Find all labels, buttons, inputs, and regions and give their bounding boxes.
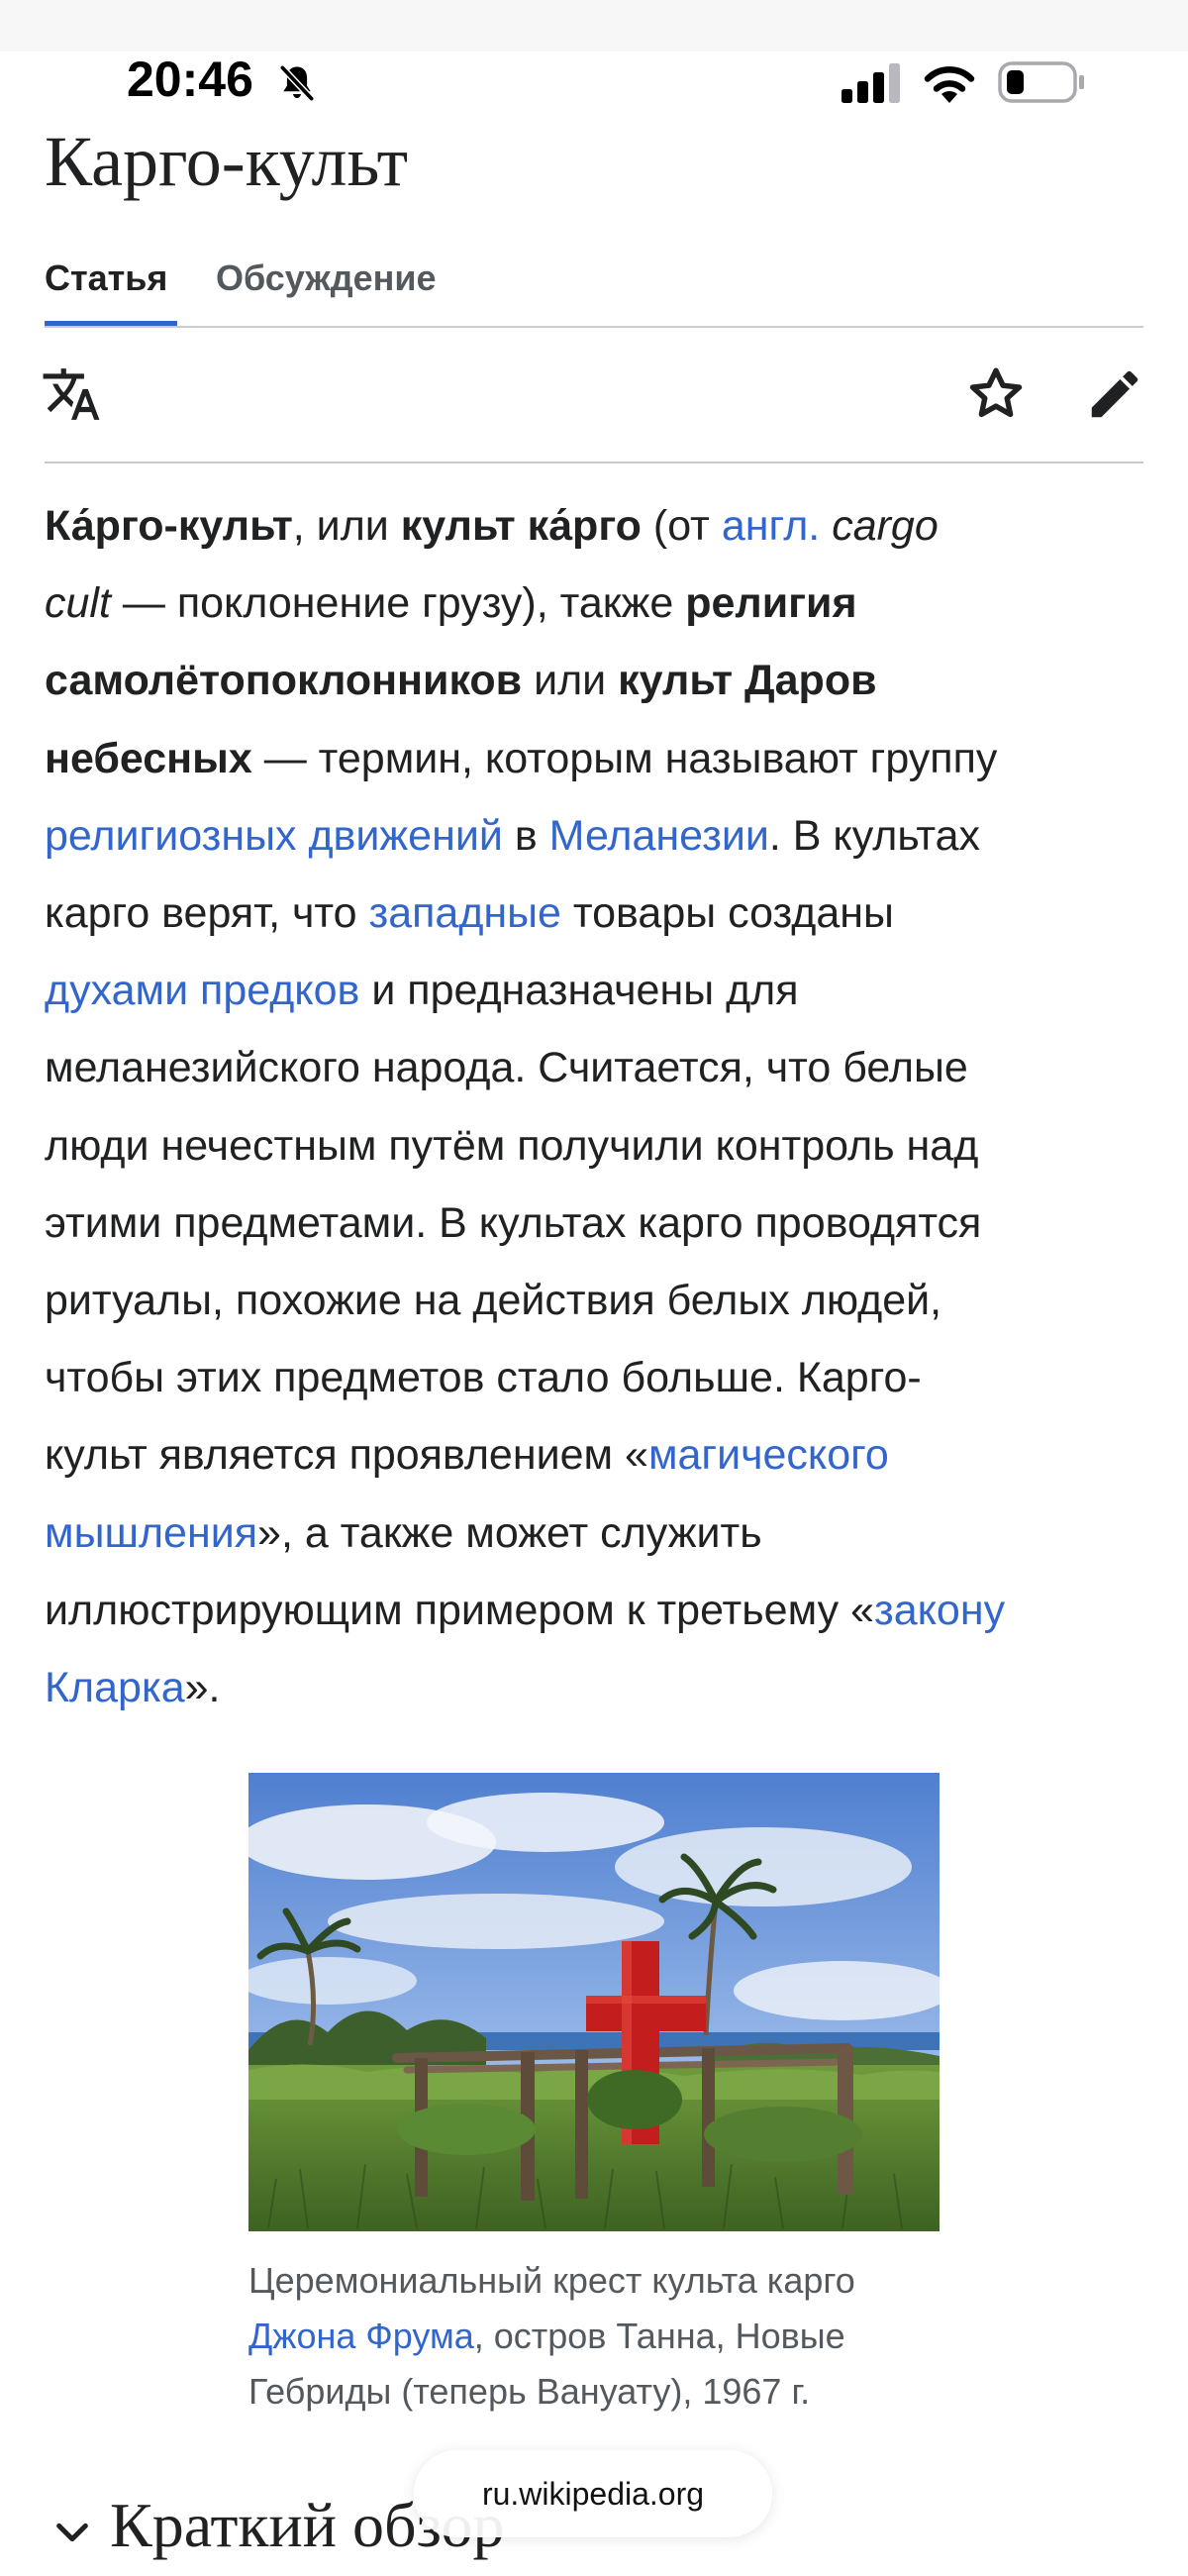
link-ancestor-spirits[interactable]: духами предков bbox=[45, 967, 359, 1014]
lead-line-10: этими предметами. В культах карго провод… bbox=[45, 1198, 982, 1247]
lead-text: культ является проявлением « bbox=[45, 1431, 648, 1480]
link-magical-thinking-cont[interactable]: мышления bbox=[45, 1509, 257, 1557]
chevron-down-icon bbox=[56, 2523, 88, 2542]
lead-text: иллюстрирующим примером к третьему « bbox=[45, 1586, 874, 1634]
status-bar: 20:46 bbox=[0, 52, 1188, 107]
link-melanesia[interactable]: Меланезии bbox=[549, 812, 769, 860]
url-pill[interactable]: ru.wikipedia.org bbox=[414, 2450, 772, 2537]
lead-text: — термин, которым называют группу bbox=[251, 734, 998, 782]
cargo-cult-cross-photo bbox=[248, 1773, 940, 2231]
lead-text: — поклонение грузу), также bbox=[110, 579, 686, 628]
term-religion: религия bbox=[685, 579, 857, 628]
figure-caption: Церемониальный крест культа карго Джона … bbox=[248, 2253, 961, 2420]
language-icon[interactable] bbox=[41, 363, 102, 425]
figure-image[interactable] bbox=[248, 1773, 940, 2231]
lead-line-5: религиозных движений в Меланезии. В куль… bbox=[45, 797, 1148, 875]
wifi-icon bbox=[924, 66, 975, 103]
lead-text: », а также может служить bbox=[257, 1508, 762, 1557]
active-tab-indicator bbox=[45, 321, 177, 326]
link-clarke-law[interactable]: закону bbox=[874, 1587, 1005, 1634]
lead-line-12: чтобы этих предметов стало больше. Карго… bbox=[45, 1354, 922, 1402]
term-cult-cargo: культ ка́рго bbox=[400, 502, 642, 550]
caption-line-3: Гебриды (теперь Вануату), 1967 г. bbox=[248, 2371, 811, 2412]
lead-text: ». bbox=[184, 1664, 221, 1712]
lead-line-4: небесных — термин, которым называют груп… bbox=[45, 720, 1148, 797]
watch-star-icon[interactable] bbox=[965, 363, 1027, 425]
caption-line-1: Церемониальный крест культа карго bbox=[248, 2260, 855, 2301]
term-plane-worshippers: самолётопоклонников bbox=[45, 657, 523, 705]
page-title: Карго-культ bbox=[45, 122, 409, 201]
lead-text: и предназначены для bbox=[359, 967, 799, 1015]
lead-text: , или bbox=[292, 502, 401, 550]
link-english[interactable]: англ. bbox=[722, 502, 820, 550]
lead-text: в bbox=[502, 811, 549, 860]
lead-line-2: cult — поклонение грузу), также религия bbox=[45, 565, 1148, 642]
lead-text: карго верят, что bbox=[45, 889, 369, 938]
lead-line-13: культ является проявлением «магического bbox=[45, 1416, 1148, 1494]
term-cult-of-gifts: культ Даров bbox=[618, 657, 877, 705]
page-tabs: Статья Обсуждение bbox=[45, 253, 1143, 328]
status-time: 20:46 bbox=[127, 52, 253, 107]
link-religious-movements[interactable]: религиозных движений bbox=[45, 812, 503, 860]
term-cargo-cult: Ка́рго-культ bbox=[45, 502, 293, 550]
cellular-signal-icon bbox=[842, 63, 900, 103]
link-clarke-law-cont[interactable]: Кларка bbox=[45, 1664, 185, 1711]
lead-line-1: Ка́рго-культ, или культ ка́рго (от англ.… bbox=[45, 487, 1148, 565]
link-western[interactable]: западные bbox=[368, 889, 561, 937]
lead-line-15: иллюстрирующим примером к третьему «зако… bbox=[45, 1572, 1148, 1649]
tab-talk[interactable]: Обсуждение bbox=[216, 253, 437, 304]
lead-text: товары созданы bbox=[560, 889, 894, 938]
lead-text: . В культах bbox=[768, 811, 981, 860]
lead-line-8: меланезийского народа. Считается, что бе… bbox=[45, 1044, 968, 1092]
lead-line-11: ритуалы, похожие на действия белых людей… bbox=[45, 1277, 942, 1325]
bell-slash-icon bbox=[279, 64, 315, 102]
caption-text: , остров Танна, Новые bbox=[473, 2316, 845, 2356]
foreign-term: cargo bbox=[820, 502, 939, 550]
link-john-frum[interactable]: Джона Фрума bbox=[248, 2316, 474, 2356]
page-actions bbox=[43, 327, 1145, 464]
lead-text: или bbox=[522, 657, 619, 705]
lead-line-14: мышления», а также может служить bbox=[45, 1494, 1148, 1572]
foreign-term: cult bbox=[45, 579, 111, 628]
caption-line-2: Джона Фрума, остров Танна, Новые bbox=[248, 2309, 961, 2364]
lead-line-9: люди нечестным путём получили контроль н… bbox=[45, 1121, 979, 1170]
tab-article[interactable]: Статья bbox=[45, 253, 167, 304]
browser-top-strip bbox=[0, 0, 1188, 52]
lead-line-6: карго верят, что западные товары созданы bbox=[45, 875, 1148, 952]
edit-pencil-icon[interactable] bbox=[1084, 363, 1145, 425]
lead-line-16: Кларка». bbox=[45, 1649, 1148, 1726]
lead-text: (от bbox=[641, 502, 722, 550]
battery-icon bbox=[998, 61, 1084, 103]
link-magical-thinking[interactable]: магического bbox=[648, 1431, 889, 1479]
lead-line-3: самолётопоклонников или культ Даров bbox=[45, 642, 1148, 719]
lead-paragraph: Ка́рго-культ, или культ ка́рго (от англ.… bbox=[45, 487, 1148, 1726]
term-heavenly: небесных bbox=[45, 734, 252, 782]
lead-line-7: духами предков и предназначены для bbox=[45, 952, 1148, 1029]
